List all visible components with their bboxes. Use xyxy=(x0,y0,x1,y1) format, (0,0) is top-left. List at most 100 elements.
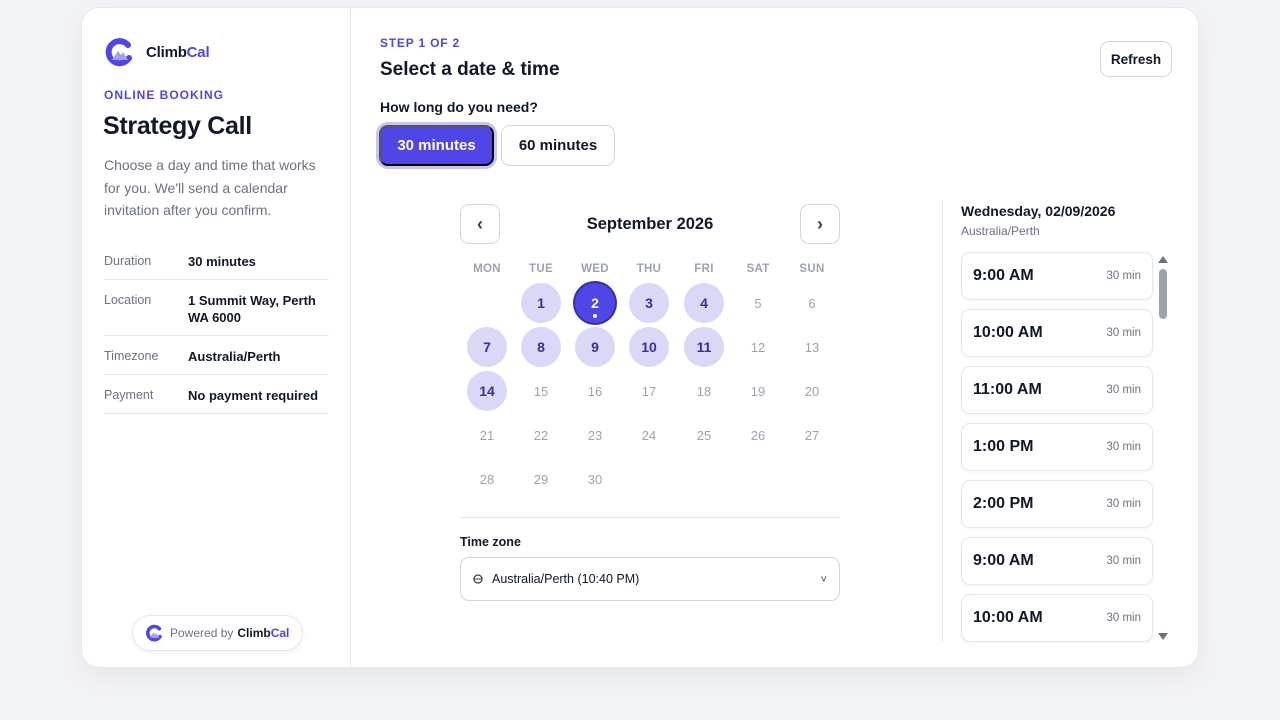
powered-by-text: Powered by xyxy=(170,626,234,640)
calendar-day: 16 xyxy=(587,383,603,399)
climbcal-logo-icon xyxy=(146,624,162,642)
detail-value: No payment required xyxy=(188,388,319,403)
booking-card: ClimbCal ONLINE BOOKING Strategy Call Ch… xyxy=(81,7,1199,668)
calendar-day: 12 xyxy=(750,339,766,355)
duration-option-30[interactable]: 30 minutes xyxy=(379,125,494,166)
brand: ClimbCal xyxy=(104,37,210,67)
detail-value: Australia/Perth xyxy=(188,349,281,364)
calendar-day-available[interactable]: 8 xyxy=(521,327,561,367)
calendar-day: 19 xyxy=(750,383,766,399)
timezone-label: Time zone xyxy=(460,535,521,549)
next-month-button[interactable]: › xyxy=(800,204,840,244)
calendar-day: 18 xyxy=(696,383,712,399)
slots-divider xyxy=(942,199,943,642)
slot-duration: 30 min xyxy=(1106,498,1141,510)
detail-value: 30 minutes xyxy=(188,254,256,269)
detail-value: 1 Summit Way, Perth WA 6000 xyxy=(188,293,316,325)
slots-timezone: Australia/Perth xyxy=(961,224,1040,238)
detail-payment: Payment No payment required xyxy=(104,375,329,414)
calendar-day: 21 xyxy=(479,427,495,443)
calendar-day: 22 xyxy=(533,427,549,443)
weekday-header: THU xyxy=(636,263,662,275)
powered-by-brand: ClimbCal xyxy=(237,626,290,640)
slot-duration: 30 min xyxy=(1106,612,1141,624)
timezone-select[interactable]: Australia/Perth (10:40 PM) ˅ xyxy=(460,557,840,601)
weekday-header: SUN xyxy=(799,263,825,275)
slot-duration: 30 min xyxy=(1106,270,1141,282)
calendar-day: 30 xyxy=(587,471,603,487)
chevron-down-icon: ˅ xyxy=(820,574,827,586)
detail-label: Location xyxy=(104,293,152,307)
slot-duration: 30 min xyxy=(1106,327,1141,339)
booking-eyebrow: ONLINE BOOKING xyxy=(104,88,225,102)
scrollbar-thumb[interactable] xyxy=(1159,269,1167,319)
calendar-day: 13 xyxy=(804,339,820,355)
time-slot[interactable]: 10:00 AM 30 min xyxy=(961,594,1153,642)
calendar-day-available[interactable]: 1 xyxy=(521,283,561,323)
slot-time: 1:00 PM xyxy=(973,438,1034,455)
calendar-day: 23 xyxy=(587,427,603,443)
page-title: Select a date & time xyxy=(380,59,560,80)
calendar-day-available[interactable]: 11 xyxy=(684,327,724,367)
slot-duration: 30 min xyxy=(1106,555,1141,567)
calendar-day: 29 xyxy=(533,471,549,487)
event-details: Duration 30 minutes Location 1 Summit Wa… xyxy=(104,248,329,414)
detail-label: Payment xyxy=(104,388,154,402)
calendar-day-selected[interactable]: 2 xyxy=(575,283,615,323)
detail-timezone: Timezone Australia/Perth xyxy=(104,336,329,375)
globe-icon xyxy=(473,574,483,584)
time-slot[interactable]: 9:00 AM 30 min xyxy=(961,537,1153,585)
slot-duration: 30 min xyxy=(1106,384,1141,396)
calendar-day: 17 xyxy=(641,383,657,399)
chevron-right-icon: › xyxy=(817,213,823,234)
chevron-left-icon: ‹ xyxy=(477,213,483,234)
calendar-day: 24 xyxy=(641,427,657,443)
weekday-header: FRI xyxy=(694,263,714,275)
event-title: Strategy Call xyxy=(103,112,252,140)
duration-option-60[interactable]: 60 minutes xyxy=(501,125,615,166)
slots-scrollbar[interactable] xyxy=(1158,256,1168,640)
brand-name: ClimbCal xyxy=(146,43,210,61)
slot-time: 2:00 PM xyxy=(973,495,1034,512)
time-slot[interactable]: 2:00 PM 30 min xyxy=(961,480,1153,528)
calendar-day: 20 xyxy=(804,383,820,399)
calendar-day: 25 xyxy=(696,427,712,443)
calendar-day: 28 xyxy=(479,471,495,487)
weekday-header: MON xyxy=(473,263,501,275)
calendar-day-available[interactable]: 10 xyxy=(629,327,669,367)
time-slot[interactable]: 10:00 AM 30 min xyxy=(961,309,1153,357)
powered-by-badge[interactable]: Powered by ClimbCal xyxy=(132,615,304,651)
slot-duration: 30 min xyxy=(1106,441,1141,453)
weekday-header: TUE xyxy=(529,263,553,275)
time-slot[interactable]: 9:00 AM 30 min xyxy=(961,252,1153,300)
scroll-down-arrow-icon[interactable] xyxy=(1158,633,1168,640)
time-slot[interactable]: 11:00 AM 30 min xyxy=(961,366,1153,414)
time-slot[interactable]: 1:00 PM 30 min xyxy=(961,423,1153,471)
step-indicator: STEP 1 OF 2 xyxy=(380,36,460,50)
detail-label: Duration xyxy=(104,254,152,268)
calendar-day: 6 xyxy=(808,295,816,311)
slots-date-label: Wednesday, 02/09/2026 xyxy=(961,203,1116,219)
slot-time: 9:00 AM xyxy=(973,267,1034,284)
duration-question: How long do you need? xyxy=(380,99,538,115)
calendar-day-available[interactable]: 7 xyxy=(467,327,507,367)
calendar-day-available[interactable]: 9 xyxy=(575,327,615,367)
calendar-day-available[interactable]: 14 xyxy=(467,371,507,411)
slot-time: 11:00 AM xyxy=(973,381,1042,398)
calendar-day: 26 xyxy=(750,427,766,443)
booking-summary-panel: ClimbCal ONLINE BOOKING Strategy Call Ch… xyxy=(82,8,351,667)
prev-month-button[interactable]: ‹ xyxy=(460,204,500,244)
calendar-day-available[interactable]: 4 xyxy=(684,283,724,323)
slot-time: 10:00 AM xyxy=(973,609,1043,626)
detail-location: Location 1 Summit Way, Perth WA 6000 xyxy=(104,280,329,336)
calendar-day: 15 xyxy=(533,383,549,399)
event-description: Choose a day and time that works for you… xyxy=(104,157,316,218)
slot-time: 9:00 AM xyxy=(973,552,1034,569)
weekday-header: SAT xyxy=(746,263,770,275)
weekday-header: WED xyxy=(581,263,609,275)
detail-duration: Duration 30 minutes xyxy=(104,248,329,280)
calendar-day-available[interactable]: 3 xyxy=(629,283,669,323)
timezone-value: Australia/Perth (10:40 PM) xyxy=(492,572,640,586)
refresh-button[interactable]: Refresh xyxy=(1100,41,1172,77)
scroll-up-arrow-icon[interactable] xyxy=(1158,256,1168,263)
